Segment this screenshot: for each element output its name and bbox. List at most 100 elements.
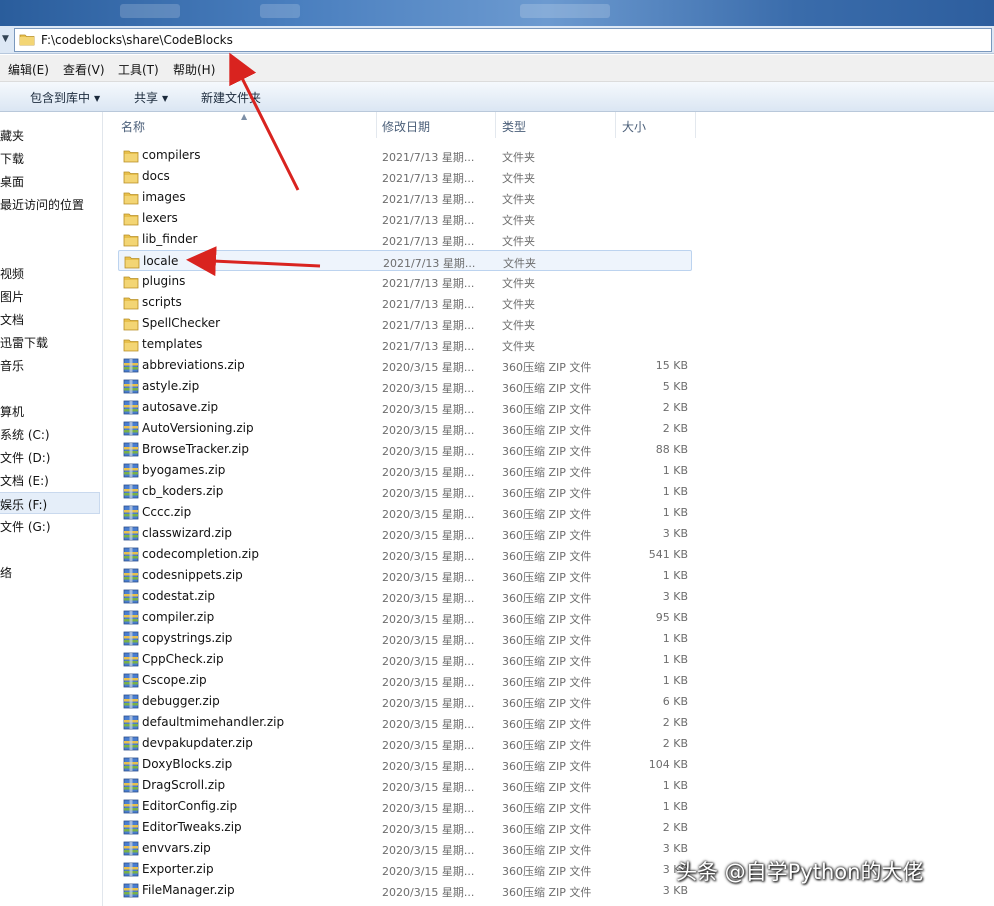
file-row[interactable]: DoxyBlocks.zip 2020/3/15 星期... 360压缩 ZIP 文… bbox=[118, 754, 692, 775]
file-name: EditorConfig.zip bbox=[142, 799, 238, 813]
file-size: 5 KB bbox=[662, 380, 688, 393]
zip-archive-icon bbox=[123, 757, 139, 775]
sidebar-item[interactable]: 藏夹 bbox=[0, 124, 100, 146]
file-row[interactable]: CppCheck.zip 2020/3/15 星期... 360压缩 ZIP 文件 1… bbox=[118, 649, 692, 670]
file-row[interactable]: Cccc.zip 2020/3/15 星期... 360压缩 ZIP 文件 1 KB bbox=[118, 502, 692, 523]
sort-ascending-icon: ▲ bbox=[241, 112, 248, 121]
folder-row[interactable]: lexers 2021/7/13 星期... 文件夹 bbox=[118, 208, 692, 229]
sidebar-item[interactable]: 文档 bbox=[0, 308, 100, 330]
folder-row[interactable]: scripts 2021/7/13 星期... 文件夹 bbox=[118, 292, 692, 313]
address-path[interactable]: F:\codeblocks\share\CodeBlocks bbox=[41, 33, 233, 47]
column-header-size[interactable]: 大小 bbox=[616, 112, 696, 138]
folder-row[interactable]: locale 2021/7/13 星期... 文件夹 bbox=[118, 250, 692, 271]
file-size: 15 KB bbox=[655, 359, 688, 372]
file-date: 2020/3/15 星期... bbox=[382, 445, 475, 458]
file-row[interactable]: defaultmimehandler.zip 2020/3/15 星期... 360… bbox=[118, 712, 692, 733]
file-type: 360压缩 ZIP 文件 bbox=[502, 697, 592, 710]
file-list: 名称 ▲ 修改日期 类型 大小 compilers 2021/7/13 星期...… bbox=[103, 112, 994, 906]
file-type: 360压缩 ZIP 文件 bbox=[502, 634, 592, 647]
zip-archive-icon bbox=[123, 505, 139, 523]
file-name: debugger.zip bbox=[142, 694, 220, 708]
sidebar-item[interactable]: 系统 (C:) bbox=[0, 423, 100, 445]
zip-archive-icon bbox=[123, 463, 139, 481]
file-row[interactable]: EditorConfig.zip 2020/3/15 星期... 360压缩 ZIP… bbox=[118, 796, 692, 817]
sidebar-item[interactable]: 文件 (D:) bbox=[0, 446, 100, 468]
sidebar-item[interactable]: 最近访问的位置 bbox=[0, 193, 100, 215]
file-row[interactable]: cb_koders.zip 2020/3/15 星期... 360压缩 ZIP 文件… bbox=[118, 481, 692, 502]
file-row[interactable]: abbreviations.zip 2020/3/15 星期... 360压缩 ZI… bbox=[118, 355, 692, 376]
sidebar-item[interactable]: 音乐 bbox=[0, 354, 100, 376]
file-row[interactable]: astyle.zip 2020/3/15 星期... 360压缩 ZIP 文件 5 K… bbox=[118, 376, 692, 397]
file-row[interactable]: Cscope.zip 2020/3/15 星期... 360压缩 ZIP 文件 1 K… bbox=[118, 670, 692, 691]
file-row[interactable]: classwizard.zip 2020/3/15 星期... 360压缩 ZIP … bbox=[118, 523, 692, 544]
menu-edit[interactable]: 编辑(E) bbox=[8, 61, 49, 78]
file-row[interactable]: compiler.zip 2020/3/15 星期... 360压缩 ZIP 文件 9… bbox=[118, 607, 692, 628]
folder-row[interactable]: templates 2021/7/13 星期... 文件夹 bbox=[118, 334, 692, 355]
file-size: 88 KB bbox=[655, 443, 688, 456]
file-date: 2020/3/15 星期... bbox=[382, 655, 475, 668]
file-size: 3 KB bbox=[662, 842, 688, 855]
folder-row[interactable]: SpellChecker 2021/7/13 星期... 文件夹 bbox=[118, 313, 692, 334]
sidebar-item[interactable]: 视频 bbox=[0, 262, 100, 284]
file-row[interactable]: envvars.zip 2020/3/15 星期... 360压缩 ZIP 文件 3 … bbox=[118, 838, 692, 859]
file-type: 360压缩 ZIP 文件 bbox=[502, 739, 592, 752]
zip-archive-icon bbox=[123, 610, 139, 628]
file-row[interactable]: autosave.zip 2020/3/15 星期... 360压缩 ZIP 文件 2… bbox=[118, 397, 692, 418]
file-row[interactable]: FileManager.zip 2020/3/15 星期... 360压缩 ZIP … bbox=[118, 880, 692, 901]
file-type: 360压缩 ZIP 文件 bbox=[502, 781, 592, 794]
file-row[interactable]: byogames.zip 2020/3/15 星期... 360压缩 ZIP 文件 1… bbox=[118, 460, 692, 481]
file-date: 2021/7/13 星期... bbox=[382, 172, 475, 185]
history-dropdown-icon[interactable]: ▼ bbox=[2, 34, 12, 46]
file-size: 1 KB bbox=[662, 632, 688, 645]
sidebar-item[interactable]: 文件 (G:) bbox=[0, 515, 100, 537]
folder-row[interactable]: docs 2021/7/13 星期... 文件夹 bbox=[118, 166, 692, 187]
folder-icon bbox=[123, 148, 139, 166]
file-date: 2020/3/15 星期... bbox=[382, 487, 475, 500]
file-row[interactable]: codesnippets.zip 2020/3/15 星期... 360压缩 ZIP… bbox=[118, 565, 692, 586]
sidebar-item[interactable]: 娱乐 (F:) bbox=[0, 492, 100, 514]
file-name: copystrings.zip bbox=[142, 631, 233, 645]
file-row[interactable]: codecompletion.zip 2020/3/15 星期... 360压缩 Z… bbox=[118, 544, 692, 565]
sidebar-item[interactable]: 下载 bbox=[0, 147, 100, 169]
folder-row[interactable]: images 2021/7/13 星期... 文件夹 bbox=[118, 187, 692, 208]
file-name: codesnippets.zip bbox=[142, 568, 243, 582]
sidebar-item[interactable]: 文档 (E:) bbox=[0, 469, 100, 491]
file-row[interactable]: Exporter.zip 2020/3/15 星期... 360压缩 ZIP 文件 3… bbox=[118, 859, 692, 880]
file-size: 6 KB bbox=[662, 695, 688, 708]
sidebar-item[interactable]: 桌面 bbox=[0, 170, 100, 192]
file-type: 360压缩 ZIP 文件 bbox=[502, 466, 592, 479]
folder-row[interactable]: compilers 2021/7/13 星期... 文件夹 bbox=[118, 145, 692, 166]
address-bar[interactable]: F:\codeblocks\share\CodeBlocks bbox=[14, 28, 992, 52]
file-row[interactable]: AutoVersioning.zip 2020/3/15 星期... 360压缩 Z… bbox=[118, 418, 692, 439]
new-folder-button[interactable]: 新建文件夹 bbox=[201, 89, 261, 106]
sidebar-item[interactable]: 算机 bbox=[0, 400, 100, 422]
file-size: 2 KB bbox=[662, 422, 688, 435]
folder-row[interactable]: plugins 2021/7/13 星期... 文件夹 bbox=[118, 271, 692, 292]
file-date: 2021/7/13 星期... bbox=[382, 214, 475, 227]
zip-archive-icon bbox=[123, 715, 139, 733]
folder-row[interactable]: lib_finder 2021/7/13 星期... 文件夹 bbox=[118, 229, 692, 250]
file-row[interactable]: copystrings.zip 2020/3/15 星期... 360压缩 ZIP … bbox=[118, 628, 692, 649]
file-type: 文件夹 bbox=[502, 298, 535, 311]
menu-tools[interactable]: 工具(T) bbox=[118, 61, 159, 78]
file-row[interactable]: debugger.zip 2020/3/15 星期... 360压缩 ZIP 文件 6… bbox=[118, 691, 692, 712]
file-row[interactable]: devpakupdater.zip 2020/3/15 星期... 360压缩 ZI… bbox=[118, 733, 692, 754]
file-date: 2020/3/15 星期... bbox=[382, 886, 475, 899]
file-type: 文件夹 bbox=[502, 214, 535, 227]
sidebar-item[interactable]: 图片 bbox=[0, 285, 100, 307]
file-row[interactable]: codestat.zip 2020/3/15 星期... 360压缩 ZIP 文件 3… bbox=[118, 586, 692, 607]
sidebar-item[interactable]: 迅雷下载 bbox=[0, 331, 100, 353]
menu-view[interactable]: 查看(V) bbox=[63, 61, 105, 78]
file-type: 360压缩 ZIP 文件 bbox=[502, 592, 592, 605]
file-row[interactable]: EditorTweaks.zip 2020/3/15 星期... 360压缩 ZIP… bbox=[118, 817, 692, 838]
file-row[interactable]: BrowseTracker.zip 2020/3/15 星期... 360压缩 ZI… bbox=[118, 439, 692, 460]
column-header-type[interactable]: 类型 bbox=[496, 112, 616, 138]
file-row[interactable]: DragScroll.zip 2020/3/15 星期... 360压缩 ZIP 文… bbox=[118, 775, 692, 796]
include-in-library-button[interactable]: 包含到库中 ▼ bbox=[30, 89, 100, 106]
file-type: 360压缩 ZIP 文件 bbox=[502, 487, 592, 500]
menu-help[interactable]: 帮助(H) bbox=[173, 61, 215, 78]
column-header-date[interactable]: 修改日期 bbox=[376, 112, 496, 138]
sidebar-item[interactable]: 络 bbox=[0, 561, 100, 583]
file-date: 2021/7/13 星期... bbox=[382, 277, 475, 290]
share-button[interactable]: 共享 ▼ bbox=[134, 89, 168, 106]
